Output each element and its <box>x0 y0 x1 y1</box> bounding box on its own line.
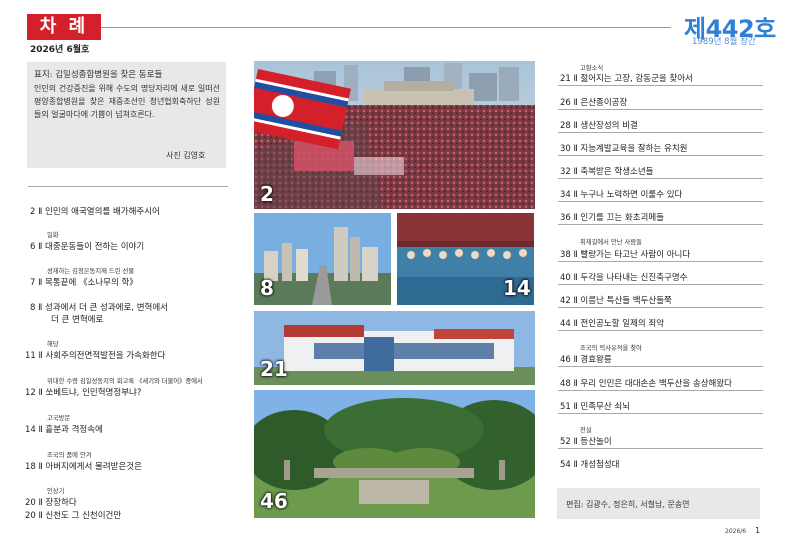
toc-divider <box>558 224 763 225</box>
cover-photo-credit: 사진 김영호 <box>166 151 206 160</box>
toc-entry-52[interactable]: 52 Ⅱ 등산놀이 <box>560 435 612 447</box>
toc-entry-42[interactable]: 42 Ⅱ 이름난 특산들 백두산들쭉 <box>560 294 672 306</box>
photo-page-number: 21 <box>260 357 288 381</box>
royal-tomb-image <box>254 390 535 518</box>
toc-divider <box>558 261 763 262</box>
mass-rally-image <box>254 61 535 209</box>
photo-city-street: 8 <box>254 213 391 305</box>
building-image <box>254 311 535 385</box>
toc-entry-48[interactable]: 48 Ⅱ 우리 인민은 대대손손 백두산을 송상해왔다 <box>560 377 732 389</box>
photo-performers: 14 <box>397 213 534 305</box>
toc-entry-20b[interactable]: 20 Ⅱ 신천도 그 신천이건만 <box>25 509 121 521</box>
toc-category: 조국의 품에 안겨 <box>47 452 92 459</box>
toc-entry-44[interactable]: 44 Ⅱ 전인공노할 일제의 죄악 <box>560 317 664 329</box>
toc-divider <box>558 155 763 156</box>
photo-building: 21 <box>254 311 535 385</box>
toc-divider <box>558 307 763 308</box>
toc-category: 고국방문 <box>47 415 71 422</box>
toc-divider <box>558 201 763 202</box>
established-date: 1989년 8월 창간 <box>692 37 756 47</box>
toc-entry-28[interactable]: 28 Ⅱ 생산장성의 비결 <box>560 119 638 131</box>
toc-entry-51[interactable]: 51 Ⅱ 민족무산 쇠뇌 <box>560 400 630 412</box>
toc-divider <box>558 366 763 367</box>
toc-divider <box>558 390 763 391</box>
toc-divider <box>558 85 763 86</box>
photo-royal-tomb: 46 <box>254 390 535 518</box>
photo-page-number: 14 <box>503 276 531 300</box>
issue-date: 2026년 6월호 <box>30 45 90 55</box>
toc-category: 고향소식 <box>580 65 604 72</box>
toc-entry-12[interactable]: 12 Ⅱ 쏘베트냐, 인민혁명정부냐? <box>25 386 141 398</box>
toc-category: 해당 <box>47 341 59 348</box>
toc-category: 위대한 수령 김일성동지의 회고록 《세기와 더불어》중에서 <box>47 378 203 385</box>
toc-entry-7[interactable]: 7 Ⅱ 목통끝에 《소나무의 학》 <box>30 276 138 288</box>
cover-caption-text: 인민의 건강증진을 위해 수도의 명당자리에 새로 일떠선 평양종합병원을 찾은… <box>34 84 220 119</box>
toc-entry-26[interactable]: 26 Ⅱ 은산종이공장 <box>560 96 627 108</box>
toc-entry-14[interactable]: 14 Ⅱ 흩분과 격정속에 <box>25 423 103 435</box>
toc-entry-30[interactable]: 30 Ⅱ 지능계발교육을 잘하는 유치원 <box>560 142 687 154</box>
cover-caption-title: 표지: 김일성종합병원을 찾은 동로들 <box>34 70 163 80</box>
editors-credit: 편집: 김광수, 정은히, 서철남, 문송연 <box>566 500 690 509</box>
photo-page-number: 8 <box>260 276 274 300</box>
toc-entry-11[interactable]: 11 Ⅱ 사회주의전면적발전을 가속화한다 <box>25 349 165 361</box>
toc-entry-2[interactable]: 2 Ⅱ 인민의 애국열의를 배가해주시어 <box>30 205 160 217</box>
toc-divider <box>558 178 763 179</box>
toc-category: 취재길에서 만난 사람들 <box>580 239 642 246</box>
toc-entry-6[interactable]: 6 Ⅱ 대중운동들이 전하는 이야기 <box>30 240 144 252</box>
header-rule <box>101 27 671 28</box>
toc-entry-46[interactable]: 46 Ⅱ 경효왕릉 <box>560 353 612 365</box>
toc-category: 전설 <box>580 427 592 434</box>
toc-entry-34[interactable]: 34 Ⅱ 누구나 노력하면 이룰수 있다 <box>560 188 682 200</box>
toc-entry-40[interactable]: 40 Ⅱ 두각을 나타내는 신진축구명수 <box>560 271 687 283</box>
footer-date: 2026/6 <box>725 528 747 535</box>
toc-category: 인상기 <box>47 488 65 495</box>
toc-entry-21[interactable]: 21 Ⅱ 젊어지는 고장, 강동군을 찾아서 <box>560 72 693 84</box>
toc-category: 성재하는 김정은동지께 드린 선물 <box>47 268 135 275</box>
toc-entry-32[interactable]: 32 Ⅱ 축복받은 학생소년들 <box>560 165 654 177</box>
page-number: 1 <box>755 526 761 535</box>
contents-title: 차 례 <box>39 16 89 37</box>
toc-divider <box>558 413 763 414</box>
toc-entry-18[interactable]: 18 Ⅱ 아버지에게서 물려받은것은 <box>25 460 142 472</box>
photo-page-number: 46 <box>260 489 288 513</box>
toc-entry-8[interactable]: 8 Ⅱ 성과에서 더 큰 성과에로, 변혁에서 <box>30 301 168 313</box>
photo-page-number: 2 <box>260 182 274 206</box>
toc-divider <box>28 186 228 187</box>
toc-category: 조국의 력사유적을 찾아 <box>580 345 642 352</box>
toc-divider <box>558 284 763 285</box>
toc-divider <box>558 448 763 449</box>
toc-entry-36[interactable]: 36 Ⅱ 인기를 끄는 화초괴메들 <box>560 211 664 223</box>
toc-category: 일화 <box>47 232 59 239</box>
toc-divider <box>558 330 763 331</box>
toc-divider <box>558 109 763 110</box>
toc-entry-38[interactable]: 38 Ⅱ 빨랑가는 타고난 사람이 아니다 <box>560 248 690 260</box>
city-street-image <box>254 213 391 305</box>
toc-entry-8-continued[interactable]: 더 큰 변혁에로 <box>51 313 103 325</box>
toc-entry-54[interactable]: 54 Ⅱ 개성첨성대 <box>560 458 620 470</box>
photo-mass-rally: 2 <box>254 61 535 209</box>
contents-header-tab: 차 례 <box>27 14 101 40</box>
toc-entry-20a[interactable]: 20 Ⅱ 장장하다 <box>25 496 77 508</box>
toc-divider <box>558 132 763 133</box>
